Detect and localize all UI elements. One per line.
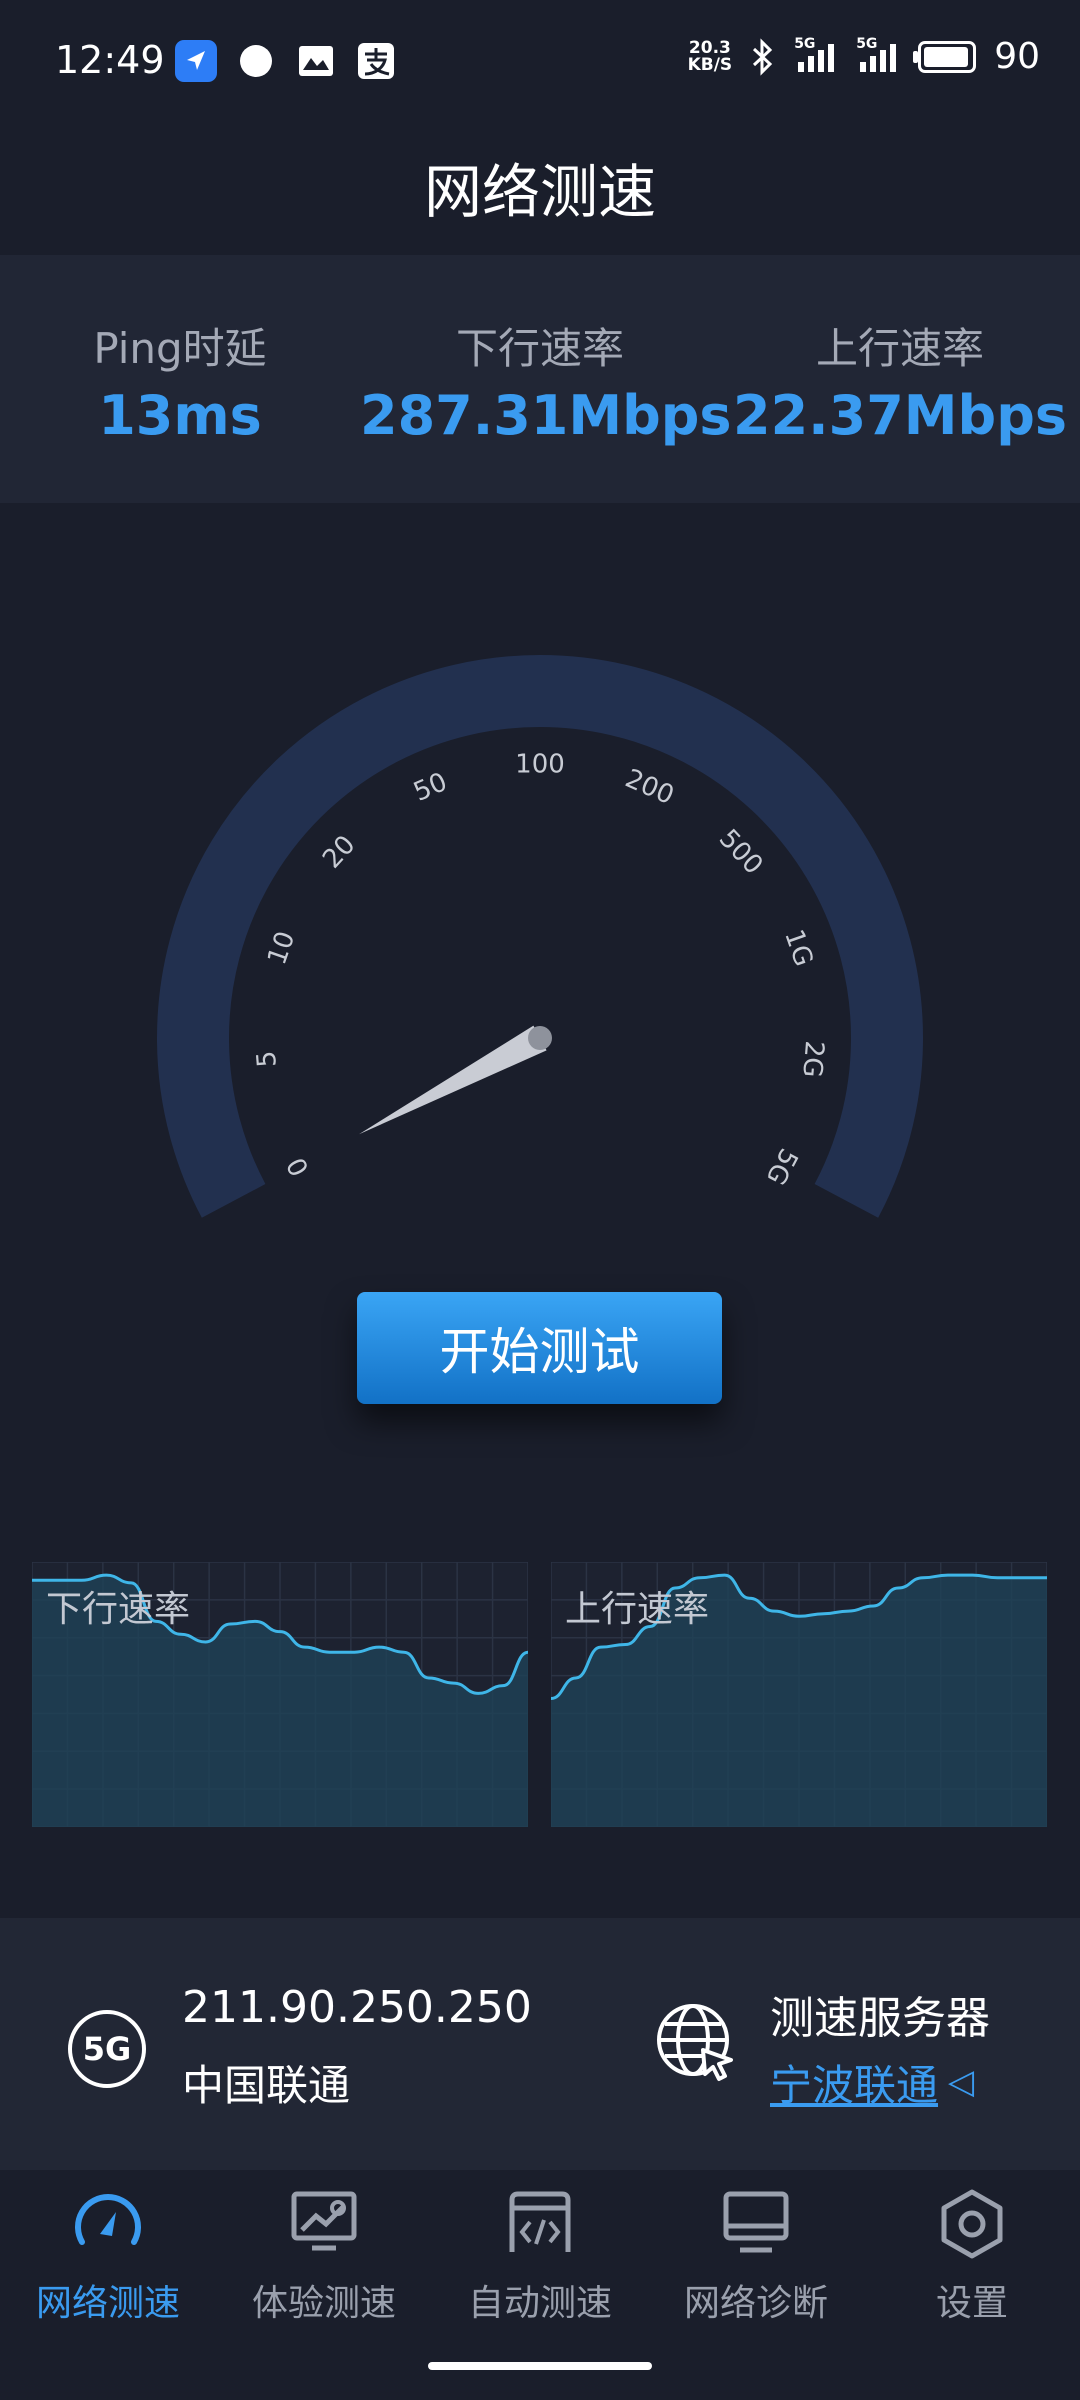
upload-chart: 上行速率 [550, 1561, 1048, 1828]
upload-label: 上行速率 [815, 324, 984, 373]
net-speed-value: 20.3 [688, 37, 731, 58]
gallery-icon [295, 40, 337, 82]
alipay-icon [355, 40, 397, 82]
nav-item-network-diagnosis[interactable]: 网络诊断 [648, 2186, 864, 2336]
gauge-tick-label: 50 [409, 767, 451, 808]
battery-icon [913, 40, 977, 73]
settings-hexagon-icon [941, 2189, 1003, 2259]
upload-chart-title: 上行速率 [565, 1589, 710, 1630]
isp-name: 中国联通 [182, 2061, 351, 2110]
network-type-badge: 5G [68, 2010, 146, 2088]
upload-stat: 上行速率 22.37Mbps [720, 315, 1080, 447]
gauge-tick-label: 10 [262, 927, 301, 968]
download-value: 287.31Mbps [360, 384, 732, 447]
gauge-tick-labels: 0 5 10 20 50 100 200 5001G 2G 5G [252, 750, 829, 1190]
trend-monitor-icon [291, 2191, 357, 2251]
gauge-tick-label: 100 [515, 750, 565, 780]
nav-label-auto-test: 自动测速 [467, 2283, 612, 2324]
gauge-tick-label: 200 [621, 764, 678, 811]
speedometer-icon [75, 2194, 141, 2245]
ping-label: Ping时延 [93, 324, 267, 373]
download-label: 下行速率 [455, 324, 624, 373]
nav-label-experience-test: 体验测速 [251, 2283, 396, 2324]
download-chart-title: 下行速率 [46, 1589, 191, 1630]
home-indicator [428, 2362, 652, 2370]
stats-panel: Ping时延 13ms 下行速率 287.31Mbps 上行速率 22.37Mb… [0, 255, 1080, 503]
nav-label-settings: 设置 [935, 2283, 1008, 2324]
status-time: 12:49 [55, 38, 165, 82]
download-stat: 下行速率 287.31Mbps [360, 315, 732, 447]
status-bar: 12:49 20.3 KB/S 5G 5G 90 [0, 0, 1080, 125]
signal-strength-icon: 5G [794, 36, 838, 74]
server-chevron-icon[interactable]: ◁ [948, 2062, 974, 2102]
speed-gauge: 0 5 10 20 50 100 200 5001G 2G 5G [157, 655, 923, 1218]
code-window-icon [509, 2191, 571, 2252]
gauge-tick-label: 0 [281, 1152, 315, 1181]
server-select-link[interactable]: 宁波联通 [770, 2052, 938, 2113]
network-speed-indicator: 20.3 KB/S [687, 37, 733, 75]
gauge-needle [358, 1025, 547, 1135]
signal-strength-icon-2: 5G [856, 36, 900, 74]
nav-label-network-diagnosis: 网络诊断 [683, 2283, 828, 2324]
battery-level: 90 [994, 36, 1040, 77]
ip-address: 211.90.250.250 [182, 1982, 532, 2033]
nav-item-speed-test[interactable]: 网络测速 [0, 2186, 216, 2336]
gauge-tick-label: 1G [778, 926, 818, 971]
chat-bubble-icon [235, 40, 277, 82]
gauge-tick-label: 20 [317, 830, 361, 875]
upload-value: 22.37Mbps [733, 384, 1067, 447]
download-chart: 下行速率 [31, 1561, 529, 1828]
ping-stat: Ping时延 13ms [0, 315, 360, 447]
gauge-tick-label: 500 [713, 824, 769, 881]
gauge-needle-hub [528, 1026, 552, 1050]
navigation-app-icon [175, 40, 217, 82]
nav-item-experience-test[interactable]: 体验测速 [216, 2186, 432, 2336]
net-speed-unit: KB/S [687, 54, 733, 75]
desktop-icon [723, 2191, 789, 2253]
globe-server-icon [657, 2004, 733, 2081]
notification-icons [175, 40, 397, 82]
system-status-icons: 20.3 KB/S 5G 5G 90 [687, 36, 1040, 78]
nav-item-auto-test[interactable]: 自动测速 [432, 2186, 648, 2336]
page-title: 网络测速 [423, 158, 656, 226]
start-test-button[interactable]: 开始测试 [357, 1292, 722, 1404]
gauge-tick-label: 5G [760, 1143, 804, 1189]
server-title: 测速服务器 [770, 1993, 990, 2044]
gauge-tick-label: 5 [252, 1050, 283, 1069]
nav-item-settings[interactable]: 设置 [864, 2186, 1080, 2336]
gauge-tick-label: 2G [796, 1040, 829, 1079]
nav-label-speed-test: 网络测速 [35, 2283, 180, 2324]
ping-value: 13ms [98, 384, 262, 447]
bluetooth-icon [753, 37, 773, 76]
